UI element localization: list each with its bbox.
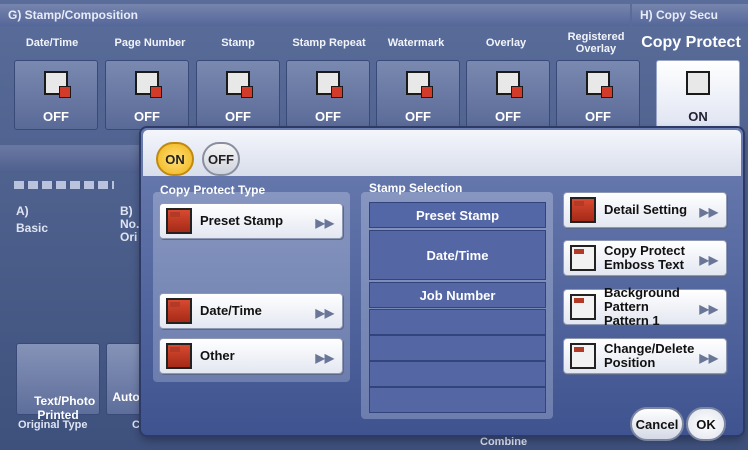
stamp-selection-list: Preset Stamp Date/Time Job Number	[369, 202, 546, 413]
copy-protect-value: ON	[688, 109, 708, 124]
chevron-right-icon: ▶▶	[699, 302, 718, 316]
chevron-right-icon: ▶▶	[699, 205, 718, 219]
detail-setting-button[interactable]: Detail Setting ▶▶	[563, 192, 727, 228]
chevron-right-icon: ▶▶	[699, 351, 718, 365]
ok-button[interactable]: OK	[686, 407, 726, 441]
other-type-label: Other	[200, 348, 235, 363]
stamp-row-empty[interactable]	[369, 361, 546, 387]
copy-protect-button[interactable]: ON	[656, 60, 740, 130]
combine-label: Combine	[480, 436, 528, 448]
change-delete-position-button[interactable]: Change/Delete Position ▶▶	[563, 338, 727, 374]
c-label: C	[132, 419, 140, 431]
background-strip	[0, 145, 145, 173]
function-label-stamp: Stamp	[221, 37, 255, 49]
preset-stamp-button[interactable]: Preset Stamp ▶▶	[159, 203, 343, 239]
copy-protect-icon	[686, 71, 710, 95]
section-header-copy-security: H) Copy Secu	[632, 4, 748, 26]
date-time-button[interactable]: OFF	[14, 60, 98, 130]
stamp-selection-title: Stamp Selection	[369, 181, 463, 195]
tab-a-name[interactable]: Basic	[16, 222, 48, 235]
overlay-button[interactable]: OFF	[466, 60, 550, 130]
page-number-icon	[135, 71, 162, 98]
background-pattern-line2: Pattern 1	[604, 313, 660, 328]
function-labels: Date/Time Page Number Stamp Stamp Repeat…	[0, 28, 748, 58]
function-label-date-time: Date/Time	[25, 37, 79, 49]
other-type-icon	[166, 343, 192, 369]
date-time-type-icon	[166, 298, 192, 324]
emboss-icon	[570, 245, 596, 271]
stamp-row-empty[interactable]	[369, 387, 546, 413]
copy-protect-emboss-button[interactable]: Copy Protect Emboss Text ▶▶	[563, 240, 727, 276]
page-number-value: OFF	[134, 109, 160, 124]
change-delete-line1: Change/Delete	[604, 341, 695, 356]
tab-b-label[interactable]: B) No. Ori	[120, 205, 139, 244]
text-photo-printed-button[interactable]: Text/Photo Printed	[16, 343, 100, 422]
chevron-right-icon: ▶▶	[315, 216, 334, 230]
copier-screen: G) Stamp/Composition H) Copy Secu Date/T…	[0, 0, 748, 450]
page-indicator	[14, 181, 114, 189]
stamp-row-empty[interactable]	[369, 309, 546, 335]
watermark-icon	[406, 71, 433, 98]
background-pattern-button[interactable]: Background Pattern Pattern 1 ▶▶	[563, 286, 727, 328]
watermark-button[interactable]: OFF	[376, 60, 460, 130]
copy-protect-emboss-line2: Emboss Text	[604, 257, 684, 272]
chevron-right-icon: ▶▶	[315, 306, 334, 320]
stamp-repeat-button[interactable]: OFF	[286, 60, 370, 130]
chevron-right-icon: ▶▶	[699, 253, 718, 267]
stamp-row-job-number[interactable]: Job Number	[369, 282, 546, 308]
registered-overlay-value: OFF	[585, 109, 611, 124]
watermark-value: OFF	[405, 109, 431, 124]
overlay-icon	[496, 71, 523, 98]
stamp-row-date-time[interactable]: Date/Time	[369, 230, 546, 280]
registered-overlay-button[interactable]: OFF	[556, 60, 640, 130]
section-header-stamp-composition: G) Stamp/Composition	[0, 4, 630, 26]
auto-button[interactable]: Auto	[106, 343, 146, 415]
date-time-value: OFF	[43, 109, 69, 124]
cancel-button[interactable]: Cancel	[630, 407, 684, 441]
function-label-stamp-repeat: Stamp Repeat	[292, 37, 366, 49]
detail-setting-icon	[570, 197, 596, 223]
tab-a-letter[interactable]: A)	[16, 205, 29, 218]
function-label-watermark: Watermark	[387, 37, 445, 49]
background-pattern-icon	[570, 294, 596, 320]
stamp-icon	[226, 71, 253, 98]
change-delete-line2: Position	[604, 355, 656, 370]
page-number-button[interactable]: OFF	[105, 60, 189, 130]
function-label-page-number: Page Number	[114, 37, 186, 49]
date-time-type-button[interactable]: Date/Time ▶▶	[159, 293, 343, 329]
preset-stamp-icon	[166, 208, 192, 234]
detail-setting-label: Detail Setting	[604, 202, 688, 217]
function-label-copy-protect: Copy Protect	[641, 34, 741, 51]
stamp-row-preset-stamp[interactable]: Preset Stamp	[369, 202, 546, 228]
registered-overlay-icon	[586, 71, 613, 98]
stamp-repeat-icon	[316, 71, 343, 98]
stamp-button[interactable]: OFF	[196, 60, 280, 130]
copy-protect-type-title: Copy Protect Type	[160, 183, 266, 197]
stamp-row-empty[interactable]	[369, 335, 546, 361]
function-label-registered-overlay: Registered Overlay	[567, 31, 625, 55]
stamp-repeat-value: OFF	[315, 109, 341, 124]
original-type-label: Original Type	[18, 419, 88, 431]
auto-label: Auto	[112, 390, 140, 404]
change-position-icon	[570, 343, 596, 369]
date-time-type-label: Date/Time	[200, 303, 262, 318]
other-type-button[interactable]: Other ▶▶	[159, 338, 343, 374]
on-toggle-button[interactable]: ON	[156, 142, 194, 176]
preset-stamp-label: Preset Stamp	[200, 213, 284, 228]
chevron-right-icon: ▶▶	[315, 351, 334, 365]
stamp-value: OFF	[225, 109, 251, 124]
date-time-icon	[44, 71, 71, 98]
copy-protect-emboss-line1: Copy Protect	[604, 243, 685, 258]
function-label-overlay: Overlay	[485, 37, 527, 49]
off-toggle-button[interactable]: OFF	[202, 142, 240, 176]
overlay-value: OFF	[495, 109, 521, 124]
text-photo-printed-label: Text/Photo Printed	[34, 394, 96, 422]
